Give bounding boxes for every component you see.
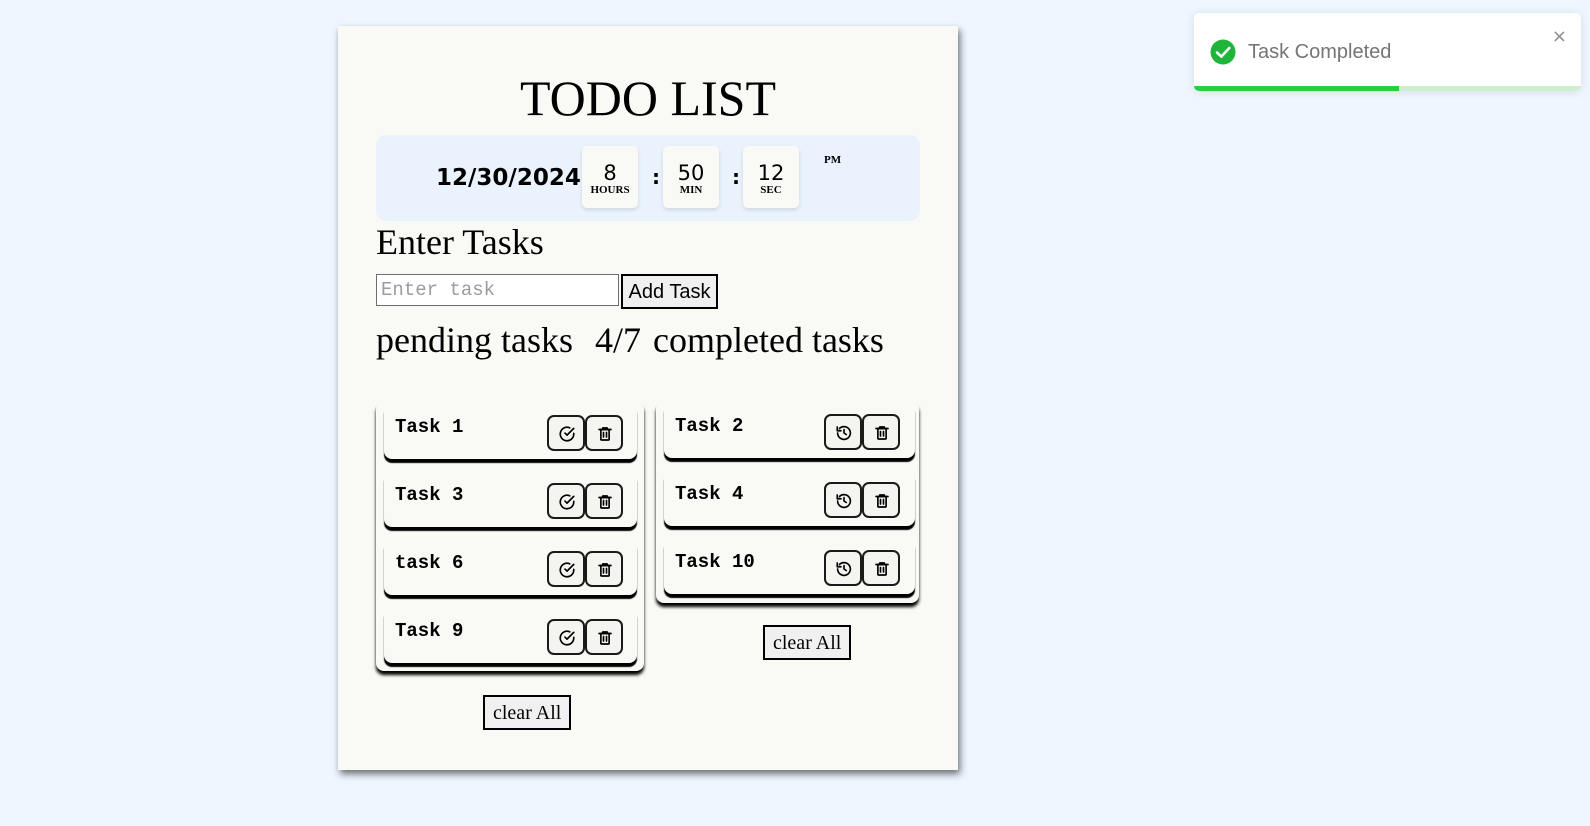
clock-bar: 12/30/2024 8 HOURS : 50 MIN : 12 SEC PM	[376, 135, 920, 221]
complete-task-button[interactable]	[547, 483, 585, 519]
complete-task-button[interactable]	[547, 619, 585, 655]
clock-minutes-box: 50 MIN	[663, 146, 719, 208]
completed-tasks-label: completed tasks	[653, 320, 884, 360]
check-circle-filled-icon	[1210, 39, 1236, 65]
toast-progress-bar	[1194, 86, 1400, 91]
pending-task-item: Task 1	[384, 403, 637, 459]
restore-task-button[interactable]	[824, 482, 862, 518]
complete-task-button[interactable]	[547, 415, 585, 451]
trash-icon	[598, 427, 612, 441]
task-name: Task 1	[395, 416, 464, 438]
pending-task-item: Task 3	[384, 471, 637, 527]
clear-completed-button[interactable]: clear All	[763, 625, 852, 660]
enter-tasks-heading: Enter Tasks	[376, 222, 544, 262]
clock-seconds-label: SEC	[760, 184, 782, 196]
delete-task-button[interactable]	[585, 415, 623, 451]
toast-progress-track	[1194, 86, 1581, 91]
restore-task-button[interactable]	[824, 414, 862, 450]
trash-icon	[875, 562, 889, 576]
clock-date: 12/30/2024	[436, 165, 581, 191]
pending-task-list: Task 1 Task 3 task 6 Task 9	[376, 401, 644, 671]
trash-icon	[875, 426, 889, 440]
restore-task-button[interactable]	[824, 550, 862, 586]
clock-separator: :	[732, 165, 740, 189]
page-title: TODO LIST	[519, 70, 776, 126]
check-circle-icon	[559, 562, 575, 578]
toast-message: Task Completed	[1248, 41, 1392, 63]
pending-tasks-label: pending tasks	[376, 320, 573, 360]
clock-hours-box: 8 HOURS	[582, 146, 638, 208]
delete-task-button[interactable]	[862, 482, 900, 518]
history-icon	[836, 493, 852, 509]
delete-task-button[interactable]	[585, 551, 623, 587]
completed-task-item: Task 2	[664, 402, 915, 458]
task-input[interactable]	[376, 274, 619, 306]
complete-task-button[interactable]	[547, 551, 585, 587]
trash-icon	[875, 494, 889, 508]
trash-icon	[598, 631, 612, 645]
add-task-button[interactable]: Add Task	[621, 274, 718, 309]
check-circle-icon	[559, 630, 575, 646]
clock-seconds-box: 12 SEC	[743, 146, 799, 208]
toast-notification: Task Completed ×	[1194, 13, 1581, 91]
clock-separator: :	[652, 165, 660, 189]
clock-hours: 8	[603, 161, 617, 185]
completed-task-item: Task 10	[664, 538, 915, 594]
delete-task-button[interactable]	[862, 414, 900, 450]
clock-minutes: 50	[677, 161, 705, 185]
delete-task-button[interactable]	[862, 550, 900, 586]
task-name: Task 9	[395, 620, 464, 642]
clock-hours-label: HOURS	[590, 184, 630, 196]
completed-task-list: Task 2 Task 4 Task 10	[656, 401, 919, 603]
task-count-ratio: 4/7	[595, 320, 642, 360]
clock-minutes-label: MIN	[679, 184, 703, 196]
delete-task-button[interactable]	[585, 483, 623, 519]
pending-task-item: task 6	[384, 539, 637, 595]
delete-task-button[interactable]	[585, 619, 623, 655]
clock-seconds: 12	[757, 161, 785, 185]
task-name: Task 4	[675, 483, 744, 505]
trash-icon	[598, 495, 612, 509]
clear-pending-button[interactable]: clear All	[483, 695, 572, 730]
todo-app: TODO LIST 12/30/2024 8 HOURS : 50 MIN : …	[338, 26, 958, 770]
clock-ampm: PM	[824, 154, 842, 166]
task-name: task 6	[395, 552, 464, 574]
history-icon	[836, 561, 852, 577]
close-icon[interactable]: ×	[1552, 27, 1567, 47]
completed-task-item: Task 4	[664, 470, 915, 526]
task-name: Task 10	[675, 551, 755, 573]
trash-icon	[598, 563, 612, 577]
pending-task-item: Task 9	[384, 607, 637, 663]
task-name: Task 3	[395, 484, 464, 506]
check-circle-icon	[559, 494, 575, 510]
history-icon	[836, 425, 852, 441]
task-name: Task 2	[675, 415, 744, 437]
check-circle-icon	[559, 426, 575, 442]
